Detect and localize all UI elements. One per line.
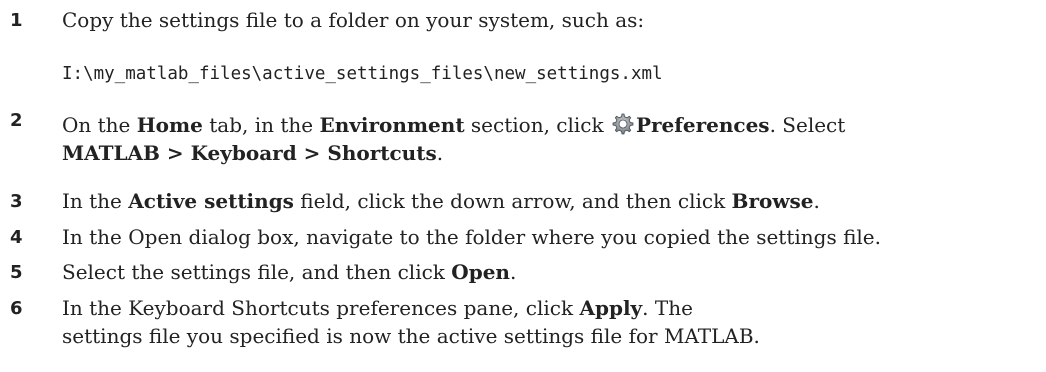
step-number: 6	[10, 298, 23, 319]
step-text: In the Open dialog box, navigate to the …	[62, 225, 882, 249]
step-number: 3	[10, 191, 23, 212]
step-number: 1	[10, 10, 23, 31]
ui-term: Apply	[579, 296, 643, 320]
ui-term: Home	[136, 113, 203, 137]
instruction-steps: 1 Copy the settings file to a folder on …	[0, 0, 1046, 372]
step-number: 5	[10, 262, 23, 283]
ui-term: Preferences	[635, 113, 770, 137]
step-text: In the Active settings field, click the …	[62, 189, 820, 213]
step-text: Copy the settings file to a folder on yo…	[62, 8, 645, 32]
gear-icon	[612, 113, 634, 135]
ui-term: Browse	[731, 189, 814, 213]
ui-term: MATLAB > Keyboard > Shortcuts	[62, 141, 437, 165]
code-path: I:\my_matlab_files\active_settings_files…	[62, 64, 663, 84]
step-number: 2	[10, 110, 23, 131]
ui-term: Environment	[319, 113, 465, 137]
step-text: On the Home tab, in the Environment sect…	[62, 113, 846, 165]
step-text: In the Keyboard Shortcuts preferences pa…	[62, 296, 760, 348]
ui-term: Active settings	[128, 189, 294, 213]
step-text: Select the settings file, and then click…	[62, 260, 517, 284]
ui-term: Open	[451, 260, 510, 284]
step-number: 4	[10, 227, 23, 248]
